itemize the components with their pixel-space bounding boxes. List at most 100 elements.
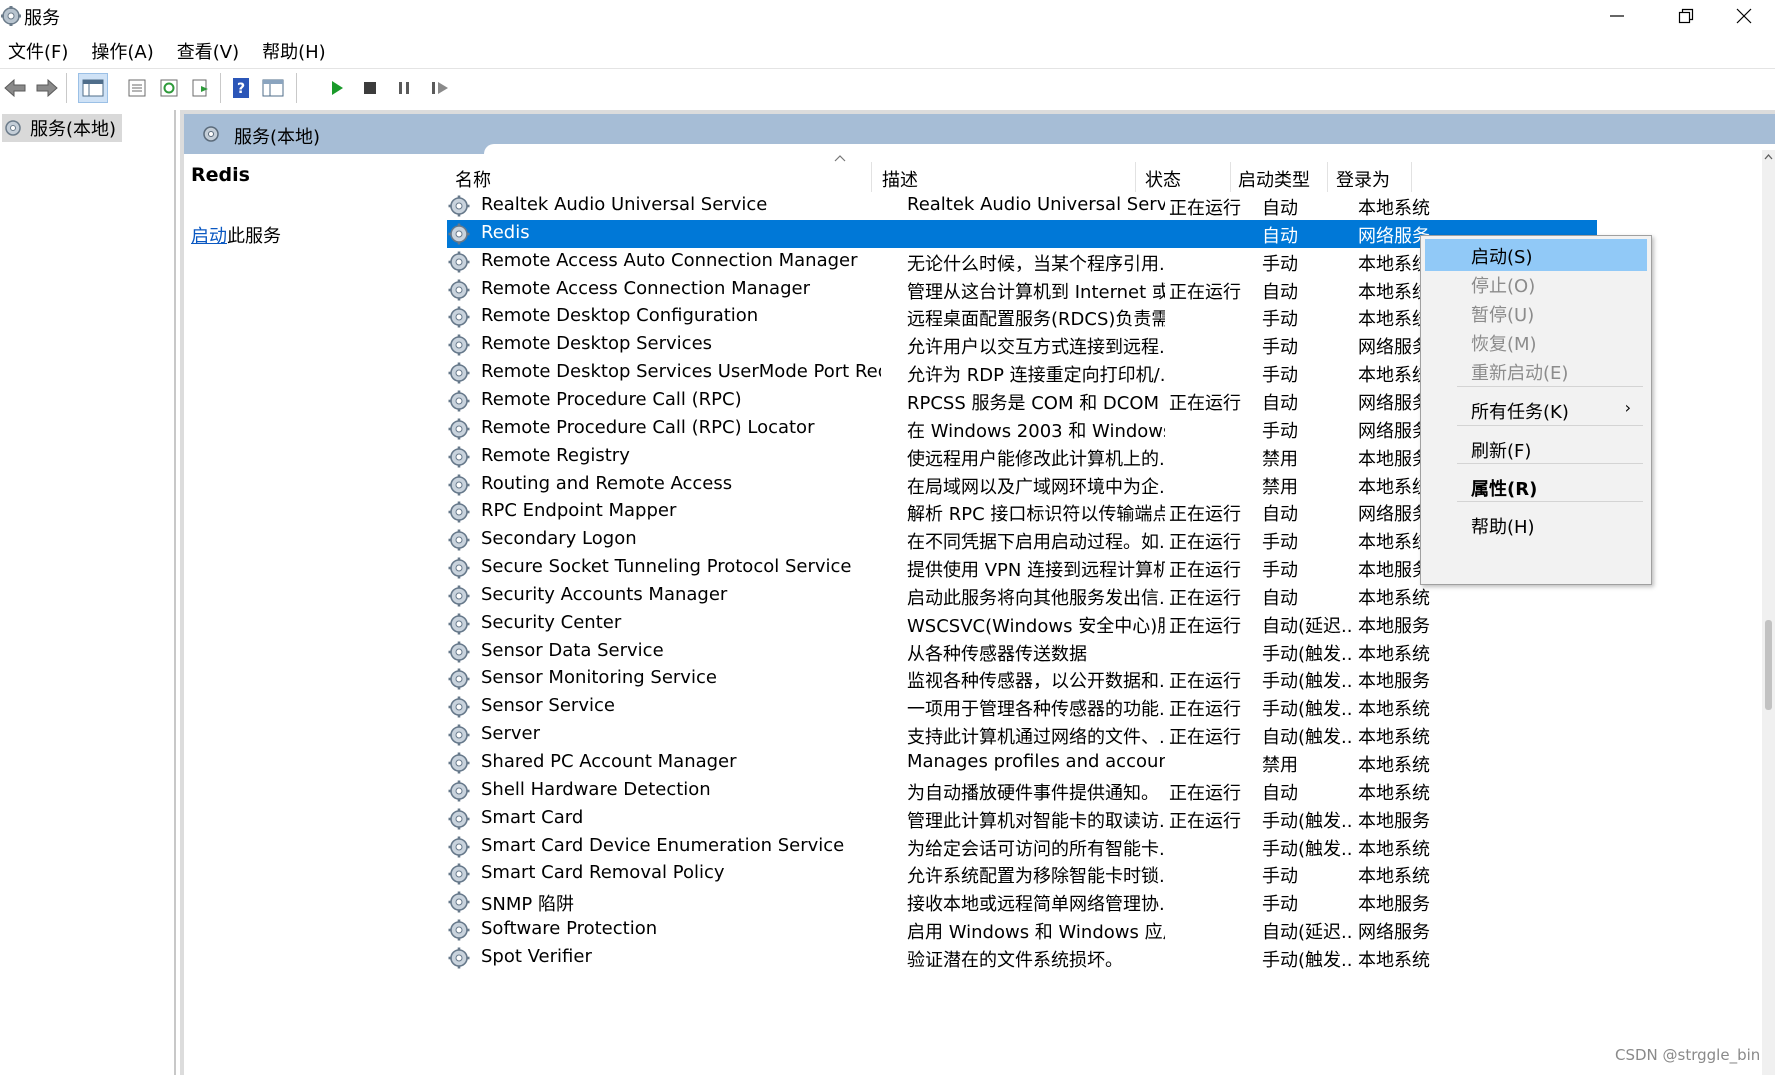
- context-menu-item-label: 属性(R): [1471, 479, 1538, 500]
- service-row[interactable]: Smart Card 管理此计算机对智能卡的取读访... 正在运行 手动(触发... 本…: [447, 805, 1597, 833]
- service-startup-type: 手动(触发...: [1262, 838, 1354, 860]
- column-header-name[interactable]: 名称: [449, 162, 872, 192]
- service-row[interactable]: Software Protection 启用 Windows 和 Windows …: [447, 916, 1597, 944]
- service-description: 在局域网以及广域网环境中为企...: [907, 476, 1165, 498]
- service-row[interactable]: Shared PC Account Manager Manages profile…: [447, 749, 1597, 777]
- svg-text:?: ?: [237, 81, 245, 97]
- context-menu-item-start[interactable]: 启动(S): [1425, 239, 1647, 271]
- service-gear-icon: [448, 446, 470, 468]
- service-gear-icon: [448, 362, 470, 384]
- service-logon: 本地服务: [1358, 671, 1430, 693]
- restart-service-button[interactable]: [425, 73, 455, 103]
- service-gear-icon: [448, 919, 470, 941]
- restore-icon: [1678, 8, 1694, 24]
- service-description: 允许用户以交互方式连接到远程...: [907, 337, 1165, 359]
- service-row[interactable]: Sensor Monitoring Service 监视各种传感器，以公开数据和.…: [447, 665, 1597, 693]
- minimize-button[interactable]: [1586, 0, 1648, 32]
- context-menu-item-refresh[interactable]: 刷新(F): [1425, 433, 1647, 465]
- pause-service-button[interactable]: [389, 73, 419, 103]
- service-row[interactable]: Security Accounts Manager 启动此服务将向其他服务发出信.…: [447, 582, 1597, 610]
- show-console-tree-button[interactable]: [78, 73, 108, 103]
- pane-header-title: 服务(本地): [234, 127, 321, 148]
- service-startup-type: 自动(延迟...: [1262, 922, 1354, 944]
- vertical-scrollbar[interactable]: [1762, 150, 1775, 1075]
- console-tree-icon: [82, 79, 104, 97]
- service-row[interactable]: SNMP 陷阱 接收本地或远程简单网络管理协... 手动 本地服务: [447, 888, 1597, 916]
- context-menu-item-properties[interactable]: 属性(R): [1425, 471, 1647, 503]
- close-button[interactable]: [1713, 0, 1775, 32]
- restore-button[interactable]: [1655, 0, 1717, 32]
- service-name: Remote Desktop Configuration: [481, 305, 759, 327]
- service-status: 正在运行: [1169, 281, 1241, 303]
- forward-button[interactable]: [32, 73, 62, 103]
- menu-file[interactable]: 文件(F): [0, 34, 68, 64]
- service-description: RPCSS 服务是 COM 和 DCOM ...: [907, 392, 1165, 414]
- service-name: Remote Desktop Services UserMode Port Re…: [481, 361, 881, 383]
- service-description: 为给定会话可访问的所有智能卡...: [907, 838, 1165, 860]
- service-gear-icon: [448, 474, 470, 495]
- service-logon: 本地系统: [1358, 587, 1430, 609]
- service-description: 在不同凭据下启用启动过程。如...: [907, 532, 1165, 554]
- scrollbar-thumb[interactable]: [1765, 620, 1772, 710]
- scroll-up-icon[interactable]: [1764, 152, 1773, 161]
- service-row[interactable]: Server 支持此计算机通过网络的文件、... 正在运行 自动(触发... 本地系统: [447, 721, 1597, 749]
- service-gear-icon: [448, 334, 470, 356]
- column-header-description[interactable]: 描述: [876, 162, 1136, 192]
- service-status: 正在运行: [1169, 532, 1241, 554]
- service-status: 正在运行: [1169, 560, 1241, 582]
- menu-help[interactable]: 帮助(H): [254, 34, 326, 64]
- export-list-button[interactable]: [186, 73, 216, 103]
- service-startup-type: 手动(触发...: [1262, 949, 1354, 971]
- service-description: 使远程用户能修改此计算机上的...: [907, 448, 1165, 470]
- menu-view[interactable]: 查看(V): [169, 34, 239, 64]
- menu-action[interactable]: 操作(A): [83, 34, 153, 64]
- properties-view-button[interactable]: [258, 73, 288, 103]
- service-startup-type: 自动: [1262, 198, 1298, 219]
- help-button[interactable]: ?: [226, 73, 256, 103]
- service-row[interactable]: Smart Card Removal Policy 允许系统配置为移除智能卡时锁.…: [447, 860, 1597, 888]
- list-view-button[interactable]: [122, 73, 152, 103]
- context-menu-item-help[interactable]: 帮助(H): [1425, 509, 1647, 541]
- service-description: 启用 Windows 和 Windows 应用...: [907, 922, 1165, 944]
- service-status: 正在运行: [1169, 587, 1241, 609]
- stop-service-button[interactable]: [355, 73, 385, 103]
- service-row[interactable]: Spot Verifier 验证潜在的文件系统损坏。 手动(触发... 本地系统: [447, 944, 1597, 972]
- tree-node-services-local[interactable]: 服务(本地): [2, 114, 123, 142]
- service-name: RPC Endpoint Mapper: [481, 500, 677, 522]
- service-name: Sensor Monitoring Service: [481, 667, 717, 689]
- service-gear-icon: [448, 836, 470, 858]
- start-service-button[interactable]: [322, 73, 352, 103]
- service-startup-type: 手动: [1262, 337, 1298, 359]
- service-logon: 本地系统: [1358, 866, 1430, 888]
- title-bar: 服务: [0, 0, 1775, 32]
- context-menu-item-resume: 恢复(M): [1425, 326, 1647, 358]
- service-name: Smart Card: [481, 806, 584, 828]
- service-gear-icon: [448, 501, 470, 523]
- back-button[interactable]: [0, 73, 30, 103]
- service-startup-type: 自动: [1262, 587, 1298, 609]
- start-service-link[interactable]: 启动: [191, 226, 227, 247]
- service-description: WSCSVC(Windows 安全中心)服...: [907, 615, 1165, 637]
- tree-node-label: 服务(本地): [30, 119, 117, 140]
- service-description: 解析 RPC 接口标识符以传输端点...: [907, 504, 1165, 526]
- service-gear-icon: [448, 557, 470, 579]
- service-row[interactable]: Shell Hardware Detection 为自动播放硬件事件提供通知。 正在…: [447, 777, 1597, 805]
- column-header-logon[interactable]: 登录为: [1330, 162, 1412, 192]
- refresh-button[interactable]: [154, 73, 184, 103]
- service-status: 正在运行: [1169, 198, 1241, 219]
- column-header-status[interactable]: 状态: [1139, 162, 1231, 192]
- service-description: 提供使用 VPN 连接到远程计算机...: [907, 560, 1165, 582]
- service-row[interactable]: Smart Card Device Enumeration Service 为给定…: [447, 833, 1597, 861]
- service-description: 为自动播放硬件事件提供通知。: [907, 782, 1159, 804]
- service-action: 启动此服务: [191, 222, 281, 248]
- service-status: 正在运行: [1169, 810, 1241, 832]
- column-header-startup-type[interactable]: 启动类型: [1232, 162, 1328, 192]
- service-status: 正在运行: [1169, 727, 1241, 749]
- context-menu-item-all-tasks[interactable]: 所有任务(K) ›: [1425, 394, 1647, 426]
- service-startup-type: 禁用: [1262, 755, 1298, 776]
- service-row[interactable]: Realtek Audio Universal Service Realtek A…: [447, 192, 1597, 220]
- service-row[interactable]: Sensor Data Service 从各种传感器传送数据 手动(触发... 本地系…: [447, 638, 1597, 666]
- context-menu-item-label: 恢复(M): [1471, 334, 1537, 355]
- service-row[interactable]: Security Center WSCSVC(Windows 安全中心)服... 正…: [447, 610, 1597, 638]
- service-row[interactable]: Sensor Service 一项用于管理各种传感器的功能... 正在运行 手动(触发…: [447, 693, 1597, 721]
